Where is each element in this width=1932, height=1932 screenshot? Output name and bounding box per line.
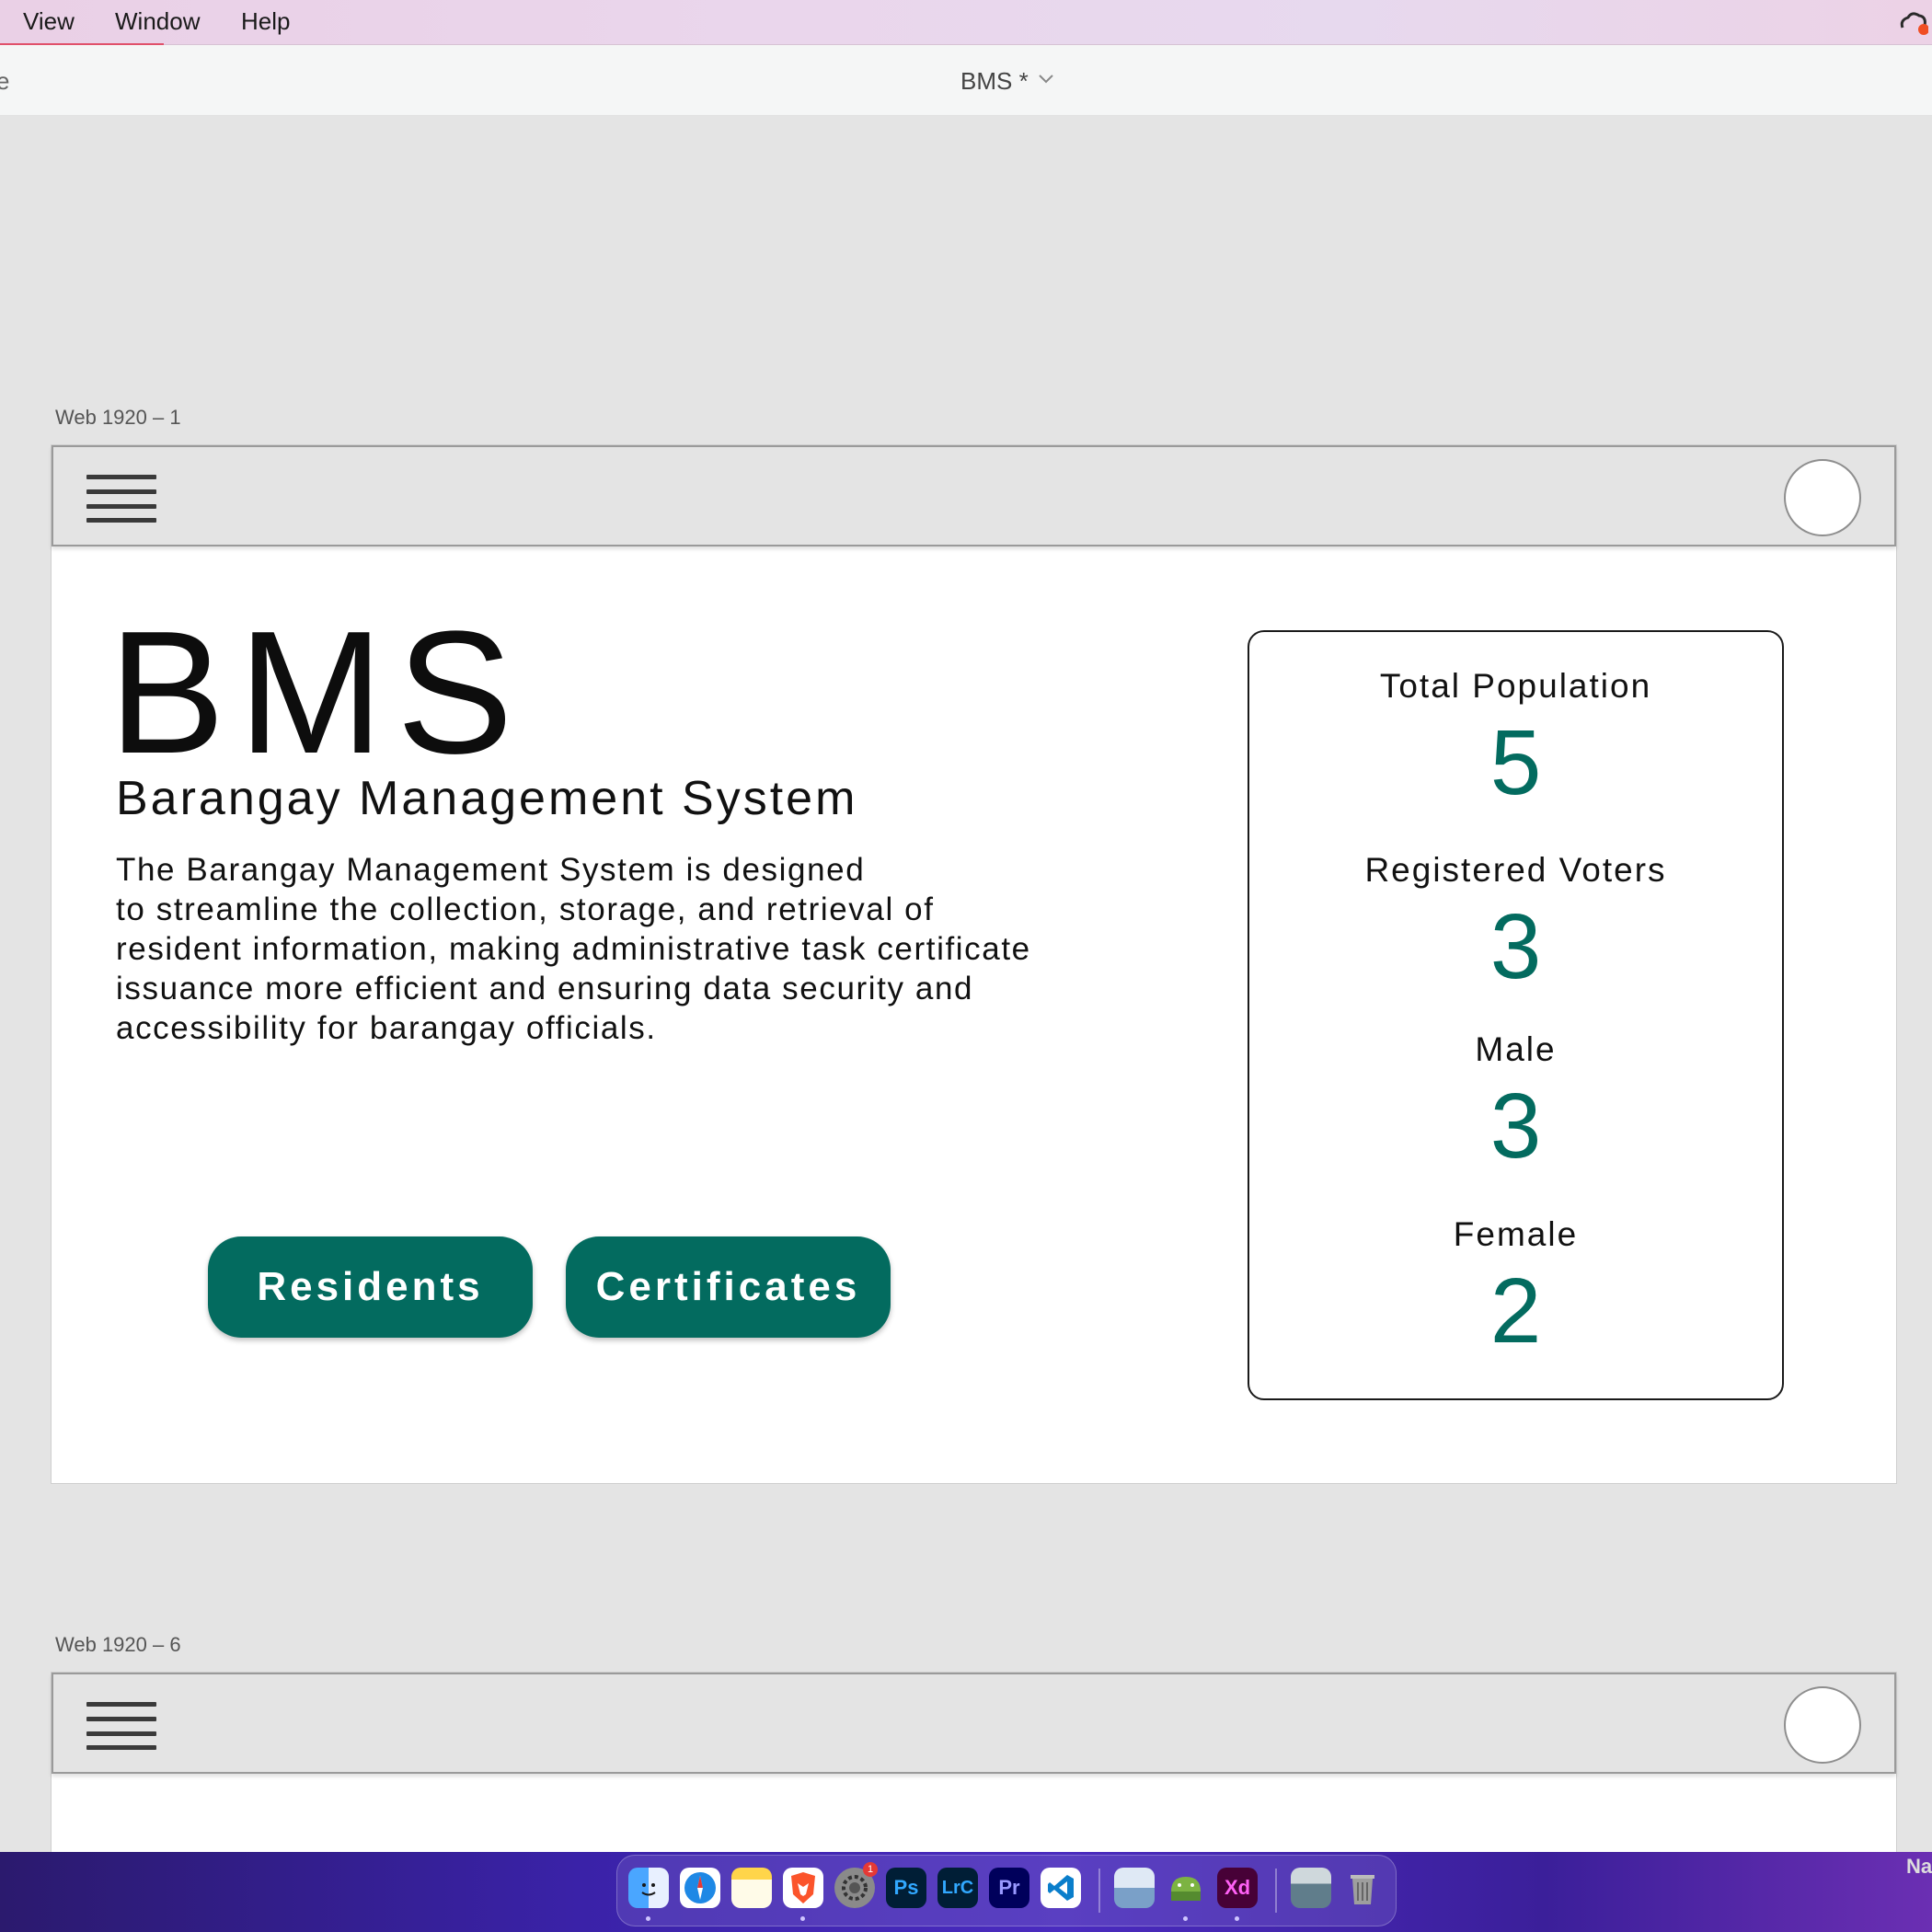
photoshop-icon[interactable]: Ps	[886, 1868, 926, 1908]
stat-value: 2	[1489, 1259, 1542, 1363]
artboard-web-1920-6	[51, 1672, 1897, 1856]
android-studio-icon[interactable]	[1166, 1868, 1206, 1908]
menu-bar: View Window Help	[0, 0, 1932, 46]
stat-label: Total Population	[1379, 667, 1652, 705]
menu-help[interactable]: Help	[241, 7, 290, 36]
hero-description: The Barangay Management System is design…	[116, 850, 1202, 1048]
desktop-corner-label: Na	[1906, 1855, 1932, 1878]
description-line: resident information, making administrat…	[116, 931, 1031, 967]
menu-window[interactable]: Window	[115, 7, 200, 36]
residents-button[interactable]: Residents	[208, 1236, 533, 1338]
stat-label: Female	[1453, 1215, 1579, 1253]
stat-label: Male	[1475, 1030, 1557, 1068]
finder-icon[interactable]	[628, 1868, 669, 1908]
population-stats-card: Total Population 5 Registered Voters 3 M…	[1248, 630, 1784, 1400]
stat-value: 5	[1489, 711, 1542, 814]
artboard-label-6[interactable]: Web 1920 – 6	[55, 1633, 181, 1657]
document-title[interactable]: BMS *	[960, 67, 1029, 96]
hamburger-menu-icon[interactable]	[86, 475, 156, 523]
dock: 1 Ps LrC Pr Xd	[616, 1855, 1397, 1926]
image-capture-icon[interactable]	[1291, 1868, 1331, 1908]
trash-icon[interactable]	[1342, 1868, 1383, 1908]
chevron-down-icon[interactable]	[1038, 73, 1054, 86]
dock-separator	[1275, 1869, 1277, 1913]
description-line: issuance more efficient and ensuring dat…	[116, 971, 974, 1006]
profile-avatar[interactable]	[1784, 459, 1861, 536]
hamburger-menu-icon[interactable]	[86, 1702, 156, 1750]
stat-value: 3	[1489, 1075, 1542, 1178]
description-line: accessibility for barangay officials.	[116, 1010, 657, 1046]
hero-subtitle: Barangay Management System	[116, 772, 858, 825]
vscode-icon[interactable]	[1041, 1868, 1081, 1908]
hero-title: BMS	[109, 595, 526, 790]
lightroom-classic-icon[interactable]: LrC	[937, 1868, 978, 1908]
menu-view[interactable]: View	[23, 7, 75, 36]
dock-separator	[1098, 1869, 1100, 1913]
certificates-button[interactable]: Certificates	[566, 1236, 891, 1338]
stat-male: Male 3	[1249, 1030, 1782, 1172]
premiere-pro-icon[interactable]: Pr	[989, 1868, 1029, 1908]
safari-icon[interactable]	[680, 1868, 720, 1908]
artboard-web-1920-1: BMS Barangay Management System The Baran…	[51, 444, 1897, 1484]
running-indicator	[646, 1916, 650, 1921]
description-line: to streamline the collection, storage, a…	[116, 891, 935, 927]
description-line: The Barangay Management System is design…	[116, 852, 866, 888]
stat-registered-voters: Registered Voters 3	[1249, 851, 1782, 993]
preview-icon[interactable]	[1114, 1868, 1155, 1908]
running-indicator	[1235, 1916, 1239, 1921]
profile-avatar[interactable]	[1784, 1686, 1861, 1764]
document-title-bar: e BMS *	[0, 45, 1932, 116]
stat-female: Female 2	[1249, 1215, 1782, 1357]
app-header	[52, 1673, 1896, 1774]
stat-value: 3	[1489, 895, 1542, 998]
notification-badge: 1	[863, 1862, 878, 1877]
stat-label: Registered Voters	[1364, 851, 1667, 889]
app-header	[52, 445, 1896, 546]
brave-icon[interactable]	[783, 1868, 823, 1908]
notes-icon[interactable]	[731, 1868, 772, 1908]
truncated-title-fragment: e	[0, 67, 10, 95]
stat-total-population: Total Population 5	[1249, 667, 1782, 809]
running-indicator	[800, 1916, 805, 1921]
creative-cloud-icon[interactable]	[1897, 9, 1928, 37]
running-indicator	[1183, 1916, 1188, 1921]
adobe-xd-icon[interactable]: Xd	[1217, 1868, 1258, 1908]
artboard-label-1[interactable]: Web 1920 – 1	[55, 406, 181, 430]
